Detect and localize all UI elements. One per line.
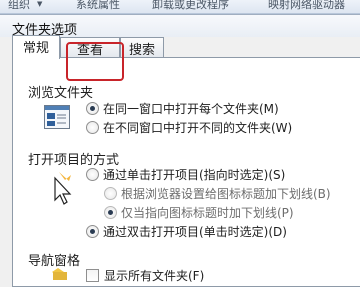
radio-new-window[interactable] [86, 121, 99, 134]
open-same-window-label: 在同一窗口中打开每个文件夹(M) [103, 102, 279, 116]
open-same-window-option[interactable]: 在同一窗口中打开每个文件夹(M) [86, 100, 279, 117]
browse-folders-title: 浏览文件夹 [28, 86, 94, 101]
toolbar-uninstall-program[interactable]: 卸载或更改程序 [152, 0, 229, 12]
double-click-label: 通过双击打开项目(单击时选定)(D) [103, 225, 287, 239]
chevron-down-icon: ▼ [37, 0, 43, 8]
show-all-folders-label: 显示所有文件夹(F) [104, 269, 205, 283]
single-click-option[interactable]: 通过单击打开项目(指向时选定)(S) [86, 166, 285, 183]
single-click-label: 通过单击打开项目(指向时选定)(S) [103, 168, 286, 182]
radio-underline-point[interactable] [104, 206, 117, 219]
underline-browser-option[interactable]: 根据浏览器设置给图标标题加下划线(B) [104, 185, 331, 202]
radio-same-window[interactable] [86, 102, 99, 115]
folder-window-icon [44, 105, 70, 132]
background-explorer-toolbar: 组织 ▼ 系统属性 卸载或更改程序 映射网络驱动器 [0, 0, 360, 14]
toolbar-system-properties[interactable]: 系统属性 [76, 0, 120, 12]
tab-view[interactable]: 查看 [60, 37, 120, 58]
double-click-option[interactable]: 通过双击打开项目(单击时选定)(D) [86, 223, 287, 240]
folder-icon [50, 268, 70, 283]
radio-double-click[interactable] [86, 225, 99, 238]
tab-search[interactable]: 搜索 [120, 37, 164, 58]
underline-point-option[interactable]: 仅当指向图标标题时加下划线(P) [104, 204, 294, 221]
open-new-window-label: 在不同窗口中打开不同的文件夹(W) [103, 121, 293, 135]
underline-point-label: 仅当指向图标标题时加下划线(P) [121, 206, 294, 220]
tab-general[interactable]: 常规 [12, 35, 60, 59]
underline-browser-label: 根据浏览器设置给图标标题加下划线(B) [121, 187, 331, 201]
radio-single-click[interactable] [86, 168, 99, 181]
dialog-title: 文件夹选项 [0, 15, 360, 38]
show-all-folders-option[interactable]: 显示所有文件夹(F) [86, 267, 204, 284]
radio-underline-browser[interactable] [104, 187, 117, 200]
checkbox-show-all-folders[interactable] [86, 269, 99, 282]
pointer-click-icon [46, 167, 76, 210]
navigation-pane-title: 导航窗格 [28, 254, 81, 269]
toolbar-map-network-drive[interactable]: 映射网络驱动器 [268, 0, 345, 12]
open-new-window-option[interactable]: 在不同窗口中打开不同的文件夹(W) [86, 119, 292, 136]
toolbar-organize[interactable]: 组织 [8, 0, 30, 12]
